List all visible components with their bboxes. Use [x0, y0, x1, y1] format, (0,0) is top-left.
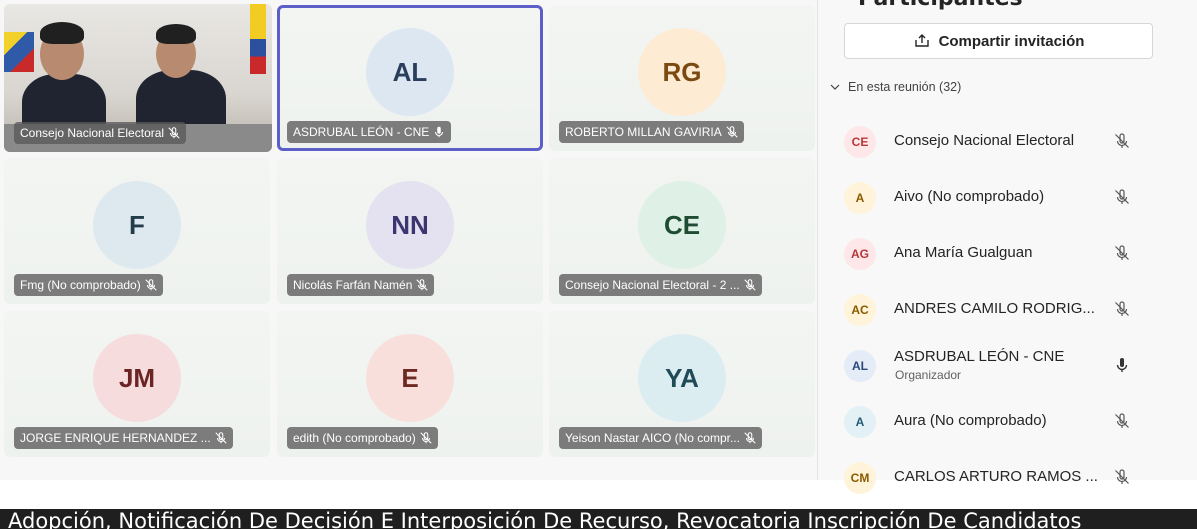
tile-name: Consejo Nacional Electoral - 2 ...	[565, 278, 740, 292]
participant-tile[interactable]: JM JORGE ENRIQUE HERNANDEZ ...	[4, 311, 270, 457]
tile-name-tag: ASDRUBAL LEÓN - CNE	[287, 121, 452, 143]
mic-off-icon[interactable]	[1113, 300, 1131, 318]
participant-hair	[40, 22, 84, 44]
share-icon	[914, 34, 929, 47]
chevron-down-icon	[830, 84, 840, 90]
participant-avatar: AL	[844, 350, 876, 382]
participant-name: Aivo (No comprobado)	[894, 188, 1045, 205]
share-invite-button[interactable]: Compartir invitación	[844, 23, 1153, 59]
tile-name-tag: Consejo Nacional Electoral - 2 ...	[559, 274, 762, 296]
mic-off-icon	[168, 127, 180, 139]
share-invite-label: Compartir invitación	[938, 32, 1085, 50]
mic-off-icon[interactable]	[1113, 244, 1131, 262]
list-item[interactable]: CE Consejo Nacional Electoral	[818, 116, 1197, 168]
participant-avatar: AC	[844, 294, 876, 326]
participant-tile[interactable]: NN Nicolás Farfán Namén	[277, 158, 543, 304]
list-item[interactable]: CM CARLOS ARTURO RAMOS ...	[818, 452, 1197, 504]
tile-name-tag: ROBERTO MILLAN GAVIRIA	[559, 121, 744, 143]
mic-off-icon	[744, 432, 756, 444]
participant-name: ANDRES CAMILO RODRIG...	[894, 300, 1095, 317]
tile-name-tag: Yeison Nastar AICO (No compr...	[559, 427, 762, 449]
participant-tile[interactable]: E edith (No comprobado)	[277, 311, 543, 457]
tile-name-tag: Nicolás Farfán Namén	[287, 274, 435, 296]
list-item[interactable]: AG Ana María Gualguan	[818, 228, 1197, 280]
tile-name: Consejo Nacional Electoral	[20, 126, 165, 140]
mic-icon[interactable]	[1113, 356, 1131, 374]
tile-avatar: AL	[366, 28, 454, 116]
participant-name: Aura (No comprobado)	[894, 412, 1047, 429]
mic-off-icon	[416, 279, 429, 291]
tile-avatar: E	[366, 334, 454, 422]
list-item[interactable]: A Aura (No comprobado)	[818, 396, 1197, 448]
participant-tile[interactable]: RG ROBERTO MILLAN GAVIRIA	[549, 5, 815, 151]
mic-off-icon	[215, 432, 227, 444]
participant-avatar: CE	[844, 126, 876, 158]
tile-avatar: NN	[366, 181, 454, 269]
list-item[interactable]: AC ANDRES CAMILO RODRIG...	[818, 284, 1197, 336]
tile-avatar: RG	[638, 28, 726, 116]
participant-tile[interactable]: AL ASDRUBAL LEÓN - CNE	[277, 5, 543, 151]
tile-name: Yeison Nastar AICO (No compr...	[565, 431, 740, 445]
mic-off-icon	[726, 126, 738, 138]
participant-hair	[156, 24, 196, 44]
tile-avatar: CE	[638, 181, 726, 269]
mic-off-icon[interactable]	[1113, 132, 1131, 150]
participant-avatar: A	[844, 182, 876, 214]
participant-name: Ana María Gualguan	[894, 244, 1033, 261]
tile-avatar: JM	[93, 334, 181, 422]
participant-avatar: A	[844, 406, 876, 438]
participant-name: Consejo Nacional Electoral	[894, 132, 1075, 149]
mic-off-icon[interactable]	[1113, 468, 1131, 486]
tile-name: JORGE ENRIQUE HERNANDEZ ...	[20, 431, 211, 445]
mic-off-icon	[420, 432, 432, 444]
participant-avatar: CM	[844, 462, 876, 494]
tile-name-tag: JORGE ENRIQUE HERNANDEZ ...	[14, 427, 233, 449]
tile-name-tag: Fmg (No comprobado)	[14, 274, 163, 296]
video-tile[interactable]: Consejo Nacional Electoral	[4, 4, 272, 152]
participant-role: Organizador	[895, 368, 962, 382]
participants-panel: Participantes Compartir invitación En es…	[817, 0, 1197, 494]
institution-sign	[4, 32, 34, 72]
list-item[interactable]: AL ASDRUBAL LEÓN - CNE Organizador	[818, 340, 1197, 392]
mic-off-icon[interactable]	[1113, 188, 1131, 206]
mic-off-icon	[744, 279, 756, 291]
tile-avatar: YA	[638, 334, 726, 422]
list-item[interactable]: A Aivo (No comprobado)	[818, 172, 1197, 224]
video-stage: Consejo Nacional Electoral AL ASDRUBAL L…	[0, 0, 817, 480]
mic-icon	[435, 126, 444, 138]
tile-name-tag: Consejo Nacional Electoral	[14, 122, 187, 144]
participant-tile[interactable]: F Fmg (No comprobado)	[4, 158, 270, 304]
section-label: En esta reunión (32)	[848, 80, 962, 94]
participant-name: ASDRUBAL LEÓN - CNE	[894, 348, 1065, 365]
tile-name-tag: edith (No comprobado)	[287, 427, 438, 449]
flag	[250, 4, 266, 74]
in-meeting-section-toggle[interactable]: En esta reunión (32)	[830, 80, 961, 94]
tile-name: ASDRUBAL LEÓN - CNE	[293, 125, 430, 139]
participant-avatar: AG	[844, 238, 876, 270]
tile-name: edith (No comprobado)	[293, 431, 416, 445]
caption-bar: Adopción, Notificación De Decisión E Int…	[0, 509, 1197, 529]
mic-off-icon	[145, 279, 157, 291]
participant-tile[interactable]: YA Yeison Nastar AICO (No compr...	[549, 311, 815, 457]
tile-name: ROBERTO MILLAN GAVIRIA	[565, 125, 722, 139]
mic-off-icon[interactable]	[1113, 412, 1131, 430]
tile-name: Fmg (No comprobado)	[20, 278, 141, 292]
tile-name: Nicolás Farfán Namén	[293, 278, 413, 292]
participant-tile[interactable]: CE Consejo Nacional Electoral - 2 ...	[549, 158, 815, 304]
panel-title: Participantes	[858, 0, 1023, 11]
participant-name: CARLOS ARTURO RAMOS ...	[894, 468, 1098, 485]
tile-avatar: F	[93, 181, 181, 269]
